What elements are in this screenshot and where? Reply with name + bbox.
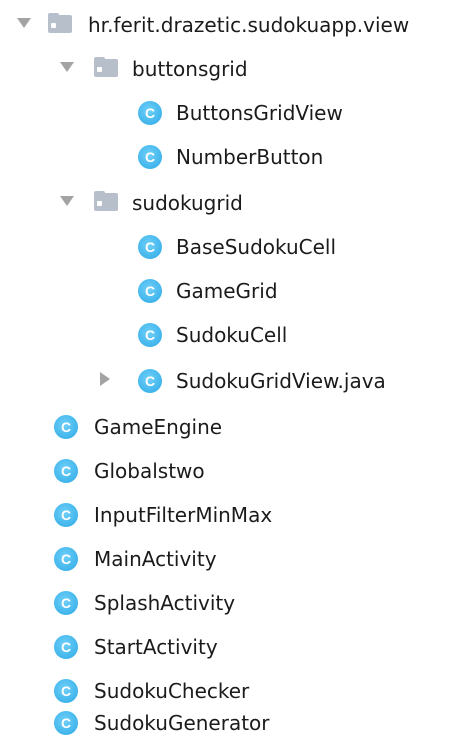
- class-icon: C: [54, 711, 78, 735]
- package-folder-icon: [48, 13, 72, 33]
- tree-item-label: SudokuGenerator: [94, 711, 270, 735]
- tree-item-label: Globalstwo: [94, 459, 205, 483]
- tree-item-root-package[interactable]: hr.ferit.drazetic.sudokuapp.view: [0, 4, 476, 48]
- tree-item-class[interactable]: C SudokuCell: [0, 314, 476, 358]
- project-tree: hr.ferit.drazetic.sudokuapp.view buttons…: [0, 0, 476, 746]
- class-icon: C: [138, 235, 162, 259]
- tree-item-class[interactable]: C ButtonsGridView: [0, 92, 476, 136]
- tree-item-class[interactable]: C StartActivity: [0, 626, 476, 670]
- package-folder-icon: [94, 191, 118, 211]
- expand-arrow-icon[interactable]: [60, 196, 74, 206]
- collapse-arrow-icon[interactable]: [100, 372, 110, 386]
- tree-item-buttonsgrid[interactable]: buttonsgrid: [0, 48, 476, 92]
- tree-item-label: SudokuChecker: [94, 679, 250, 703]
- tree-item-label: BaseSudokuCell: [176, 235, 337, 259]
- tree-item-label: NumberButton: [176, 145, 324, 169]
- tree-item-label: GameEngine: [94, 415, 223, 439]
- package-folder-icon: [94, 57, 118, 77]
- tree-item-label: StartActivity: [94, 635, 218, 659]
- tree-item-class[interactable]: C GameEngine: [0, 406, 476, 450]
- tree-item-label: ButtonsGridView: [176, 101, 343, 125]
- tree-item-class[interactable]: C MainActivity: [0, 538, 476, 582]
- class-icon: C: [54, 459, 78, 483]
- tree-item-label: SudokuGridView.java: [176, 369, 386, 393]
- class-icon: C: [138, 369, 162, 393]
- tree-item-class[interactable]: C SudokuGenerator: [0, 702, 476, 746]
- class-icon: C: [54, 591, 78, 615]
- tree-item-label: SplashActivity: [94, 591, 236, 615]
- expand-arrow-icon[interactable]: [17, 18, 31, 28]
- class-icon: C: [138, 145, 162, 169]
- class-icon: C: [54, 679, 78, 703]
- tree-item-class[interactable]: C Globalstwo: [0, 450, 476, 494]
- tree-item-label: buttonsgrid: [132, 57, 248, 81]
- expand-arrow-icon[interactable]: [60, 62, 74, 72]
- tree-item-label: SudokuCell: [176, 323, 288, 347]
- tree-item-class[interactable]: C InputFilterMinMax: [0, 494, 476, 538]
- tree-item-label: MainActivity: [94, 547, 217, 571]
- tree-item-class[interactable]: C SplashActivity: [0, 582, 476, 626]
- tree-item-label: hr.ferit.drazetic.sudokuapp.view: [88, 13, 410, 37]
- class-icon: C: [54, 503, 78, 527]
- class-icon: C: [54, 635, 78, 659]
- class-icon: C: [138, 101, 162, 125]
- tree-item-class[interactable]: C NumberButton: [0, 136, 476, 180]
- tree-item-sudokugrid[interactable]: sudokugrid: [0, 182, 476, 226]
- class-icon: C: [138, 279, 162, 303]
- tree-item-class-file[interactable]: C SudokuGridView.java: [0, 360, 476, 404]
- class-icon: C: [54, 415, 78, 439]
- class-icon: C: [54, 547, 78, 571]
- tree-item-label: InputFilterMinMax: [94, 503, 273, 527]
- tree-item-class[interactable]: C GameGrid: [0, 270, 476, 314]
- tree-item-class[interactable]: C BaseSudokuCell: [0, 226, 476, 270]
- tree-item-label: GameGrid: [176, 279, 278, 303]
- class-icon: C: [138, 323, 162, 347]
- tree-item-label: sudokugrid: [132, 191, 243, 215]
